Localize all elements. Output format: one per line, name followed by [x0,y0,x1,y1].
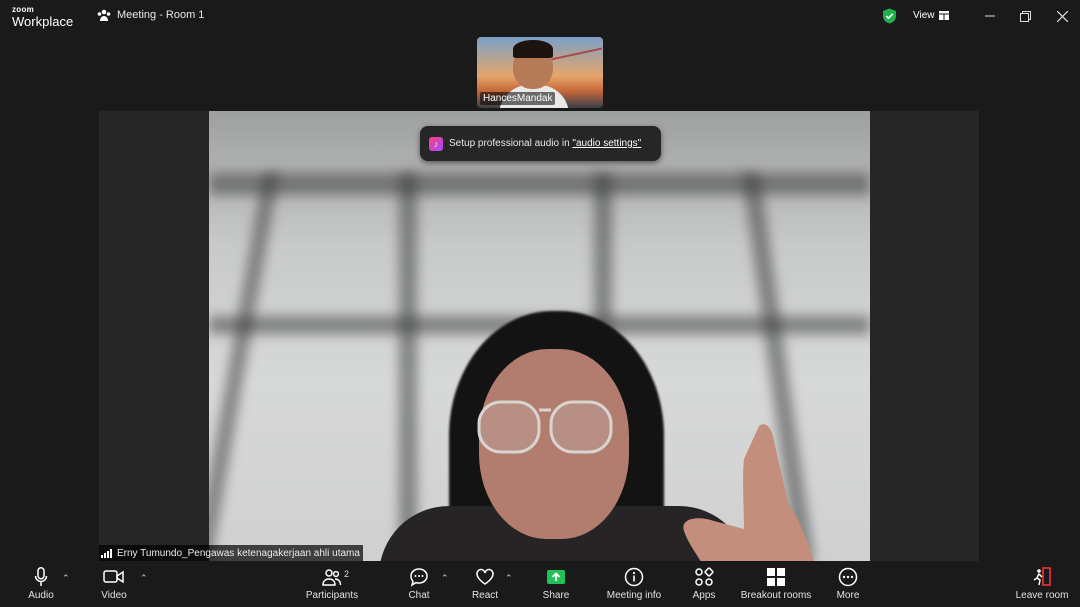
window-frame-vertical [399,173,417,561]
breakout-rooms-label: Breakout rooms [740,590,812,601]
encryption-shield-icon[interactable] [882,8,897,24]
participants-count: 2 [344,569,350,579]
title-bar: zoom Workplace Meeting - Room 1 View [0,0,1080,34]
restore-button[interactable] [1018,9,1032,23]
signal-strength-icon [101,548,112,558]
video-label: Video [101,590,127,601]
participants-label: Participants [305,590,359,601]
meeting-info-button[interactable]: Meeting info [604,561,664,607]
brand-workplace: Workplace [12,14,74,29]
breakout-rooms-icon [767,568,785,586]
active-speaker-video[interactable] [209,111,870,561]
react-label: React [471,590,499,601]
toast-prefix: Setup professional audio in [449,138,573,149]
info-icon [624,567,644,587]
participants-button[interactable]: Participants [302,561,362,607]
share-label: Share [542,590,570,601]
chat-options-chevron-icon[interactable]: ⌃ [441,573,449,584]
chat-bubble-icon [410,568,428,587]
minimize-icon [985,15,995,17]
toast-text: Setup professional audio in "audio setti… [449,138,641,149]
share-screen-icon [547,570,565,584]
video-button[interactable]: Video [99,561,129,607]
audio-options-chevron-icon[interactable]: ⌃ [62,573,70,584]
speaker-glasses [477,400,613,454]
meeting-title: Meeting - Room 1 [97,9,204,21]
more-ellipsis-icon [838,567,858,587]
participants-icon [322,569,342,586]
meeting-toolbar: Audio ⌃ Video ⌃ Participants 2 Chat ⌃ Re… [0,561,1080,607]
view-button[interactable]: View [913,10,949,21]
view-label: View [913,10,935,21]
audio-button[interactable]: Audio [26,561,56,607]
meeting-info-label: Meeting info [606,590,662,601]
window-frame-horizontal [209,173,870,195]
audio-settings-toast[interactable]: ♪ Setup professional audio in "audio set… [420,126,661,161]
close-button[interactable] [1055,9,1069,23]
video-options-chevron-icon[interactable]: ⌃ [140,573,148,584]
breakout-rooms-button[interactable]: Breakout rooms [740,561,812,607]
minimize-button[interactable] [983,9,997,23]
grid-view-icon [938,11,949,20]
participant-hair [513,40,553,58]
chat-label: Chat [408,590,430,601]
audio-label: Audio [28,590,54,601]
brand-zoom: zoom [12,5,35,14]
window-frame-vertical-4 [209,173,280,561]
leave-room-label: Leave room [1015,590,1069,601]
video-camera-icon [103,570,124,584]
audio-settings-link[interactable]: "audio settings" [572,138,641,149]
self-view-name: HancesMandak [480,92,556,105]
music-note-icon: ♪ [429,136,443,151]
share-button[interactable]: Share [541,561,571,607]
more-label: More [836,590,860,601]
apps-label: Apps [692,590,716,601]
breakout-room-icon [97,9,111,21]
meeting-title-text: Meeting - Room 1 [117,9,205,21]
chat-button[interactable]: Chat [404,561,434,607]
more-button[interactable]: More [833,561,863,607]
apps-icon [695,567,714,586]
self-view-tile[interactable]: HancesMandak [477,37,603,108]
react-button[interactable]: React [470,561,500,607]
close-icon [1056,10,1068,22]
speaker-name: Erny Tumundo_Pengawas ketenagakerjaan ah… [117,547,360,559]
react-options-chevron-icon[interactable]: ⌃ [505,573,513,584]
leave-room-icon [1033,567,1051,586]
restore-icon [1019,10,1031,22]
apps-button[interactable]: Apps [689,561,719,607]
microphone-icon [34,567,48,586]
heart-icon [476,568,494,585]
speaker-name-label: Erny Tumundo_Pengawas ketenagakerjaan ah… [99,545,363,561]
speaker-hand [683,424,814,561]
leave-room-button[interactable]: Leave room [1014,561,1070,607]
zoom-workplace-logo: zoom Workplace [12,5,74,29]
